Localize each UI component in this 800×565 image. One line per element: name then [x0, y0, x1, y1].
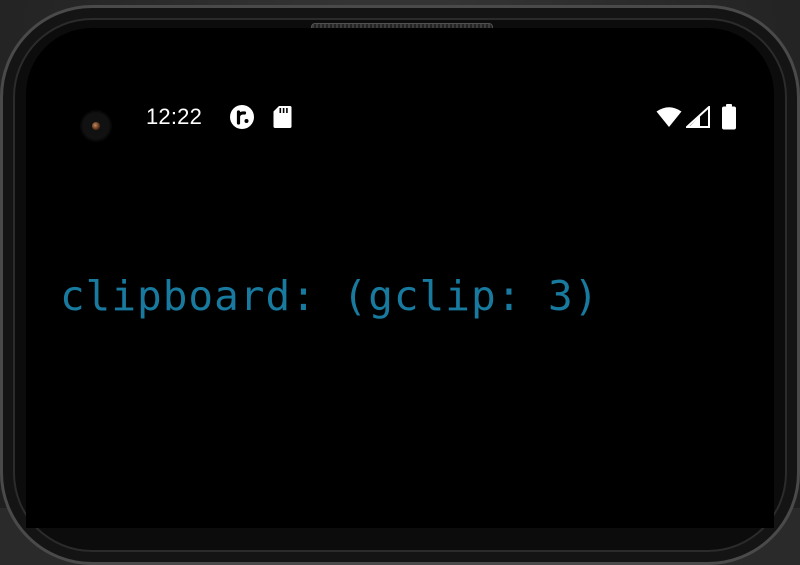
- r-badge-icon: [230, 105, 254, 129]
- terminal-output-line: clipboard: (gclip: 3): [60, 272, 600, 320]
- sd-card-icon: [273, 105, 292, 129]
- camera-lens: [92, 122, 100, 130]
- battery-icon: [721, 104, 737, 134]
- front-camera-icon: [82, 112, 110, 140]
- status-bar-clock: 12:22: [146, 104, 203, 129]
- wifi-icon: [656, 106, 682, 132]
- cellular-signal-icon: [684, 104, 710, 132]
